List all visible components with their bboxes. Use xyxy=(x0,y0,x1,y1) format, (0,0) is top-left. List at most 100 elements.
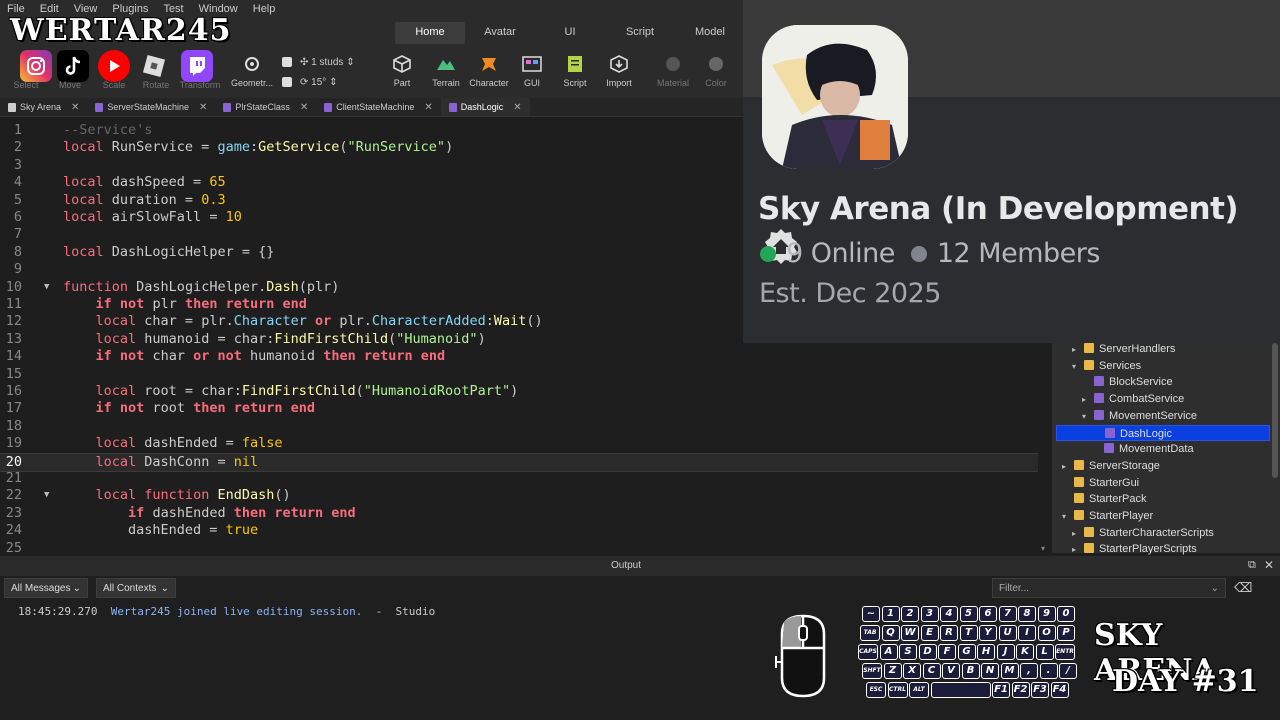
explorer-item-movementservice[interactable]: ▾ MovementService xyxy=(1082,408,1197,424)
code-line[interactable]: 18 xyxy=(0,418,1038,435)
code-line[interactable]: 23 if dashEnded then return end xyxy=(0,505,1038,522)
color-button[interactable]: Color xyxy=(694,55,738,88)
tab-avatar[interactable]: Avatar xyxy=(465,22,535,44)
script-tab[interactable]: ClientStateMachine ✕ xyxy=(316,98,440,116)
contexts-filter-dropdown[interactable]: All Contexts ⌄ xyxy=(96,578,176,598)
explorer-item-combatservice[interactable]: ▸ CombatService xyxy=(1082,391,1184,407)
transform-tool[interactable]: Transform xyxy=(178,80,222,90)
material-button[interactable]: Material xyxy=(651,55,695,88)
tab-script[interactable]: Script xyxy=(605,22,675,44)
close-tab-icon[interactable]: ✕ xyxy=(424,102,432,113)
instagram-icon xyxy=(20,50,52,82)
server-established: Est. Dec 2025 xyxy=(759,278,941,309)
output-filter-input[interactable]: Filter... ⌄ xyxy=(992,578,1226,598)
messages-filter-dropdown[interactable]: All Messages ⌄ xyxy=(4,578,88,598)
tab-home[interactable]: Home xyxy=(395,22,465,44)
terrain-button[interactable]: Terrain xyxy=(424,55,468,88)
rotate-increment[interactable]: ⟳ 15° ⇕ xyxy=(300,77,337,88)
character-button[interactable]: Character xyxy=(467,55,511,88)
explorer-item-startercharacterscripts[interactable]: ▸ StarterCharacterScripts xyxy=(1072,525,1214,541)
close-tab-icon[interactable]: ✕ xyxy=(300,102,308,113)
import-button[interactable]: Import xyxy=(597,55,641,88)
fold-toggle-icon[interactable]: ▼ xyxy=(44,490,49,500)
expand-arrow-icon[interactable]: ▸ xyxy=(1072,342,1084,358)
undock-icon[interactable]: ⧉ xyxy=(1248,559,1256,572)
line-number: 1 xyxy=(13,122,22,138)
keyboard-overlay: ~1 2 3 4 5 6 7 8 9 0 TAB Q W E R T Y U I O P CAPS A S D F G H J K L ENT… xyxy=(858,606,1080,702)
line-number: 13 xyxy=(5,330,22,347)
code-text: if not plr then return end xyxy=(95,296,307,312)
code-line[interactable]: 16 local root = char:FindFirstChild("Hum… xyxy=(0,383,1038,400)
script-tab[interactable]: DashLogic ✕ xyxy=(440,98,530,116)
code-line[interactable]: 14 if not char or not humanoid then retu… xyxy=(0,348,1038,365)
code-text: --Service's xyxy=(63,122,153,138)
explorer-item-serverstorage[interactable]: ▸ ServerStorage xyxy=(1062,458,1160,474)
explorer-item-starterplayer[interactable]: ▾ StarterPlayer xyxy=(1062,508,1153,524)
module-script-icon xyxy=(1094,409,1104,420)
line-number: 3 xyxy=(13,156,22,173)
script-tab[interactable]: PlrStateClass ✕ xyxy=(215,98,316,116)
close-tab-icon[interactable]: ✕ xyxy=(71,102,79,113)
explorer-item-movementdata[interactable]: MovementData xyxy=(1092,441,1194,457)
explorer-item-blockservice[interactable]: BlockService xyxy=(1082,374,1173,390)
snap-move-checkbox[interactable] xyxy=(282,57,292,67)
expand-arrow-icon[interactable]: ▾ xyxy=(1072,359,1084,375)
move-tool[interactable]: Move xyxy=(48,80,92,90)
explorer-item-label: MovementService xyxy=(1109,409,1198,422)
snap-rotate-checkbox[interactable] xyxy=(282,77,292,87)
clear-output-icon[interactable]: ⌫ xyxy=(1234,581,1252,596)
close-icon[interactable]: ✕ xyxy=(1264,558,1274,572)
explorer-item-label: StarterPlayerScripts xyxy=(1099,543,1197,556)
gui-button[interactable]: GUI xyxy=(510,55,554,88)
output-titlebar: Output ⧉ ✕ xyxy=(0,556,1280,576)
geometry-tool[interactable]: Geometr... xyxy=(230,55,274,88)
script-tab[interactable]: Sky Arena ✕ xyxy=(0,98,87,116)
expand-arrow-icon[interactable]: ▸ xyxy=(1062,459,1074,475)
code-line[interactable]: 17 if not root then return end xyxy=(0,400,1038,417)
keyboard-key: F4 xyxy=(1050,682,1069,698)
fold-toggle-icon[interactable]: ▼ xyxy=(44,282,49,292)
explorer-item-dashlogic[interactable]: DashLogic xyxy=(1056,424,1270,441)
code-line[interactable]: 19 local dashEnded = false xyxy=(0,435,1038,452)
explorer-item-label: Services xyxy=(1099,359,1142,372)
explorer-scrollbar[interactable] xyxy=(1272,343,1278,478)
output-title: Output xyxy=(610,560,642,571)
rotate-tool[interactable]: Rotate xyxy=(134,80,178,90)
code-line[interactable]: 21 xyxy=(0,470,1038,487)
explorer-item-services[interactable]: ▾ Services xyxy=(1072,358,1141,374)
part-button[interactable]: Part xyxy=(380,55,424,88)
explorer-panel: ▸ ServerHandlers ▾ Services BlockService ▸ Com… xyxy=(1052,341,1280,555)
script-button[interactable]: Script xyxy=(553,55,597,88)
close-tab-icon[interactable]: ✕ xyxy=(513,102,521,113)
script-tab[interactable]: ServerStateMachine ✕ xyxy=(87,98,215,116)
expand-arrow-icon[interactable]: ▾ xyxy=(1062,509,1074,525)
code-line[interactable]: 25 xyxy=(0,540,1038,552)
keyboard-key: K xyxy=(1016,644,1034,660)
code-line[interactable]: 24 dashEnded = true xyxy=(0,522,1038,539)
explorer-item-starterpack[interactable]: StarterPack xyxy=(1062,491,1146,507)
expand-arrow-icon[interactable]: ▾ xyxy=(1082,409,1094,425)
folder-icon xyxy=(1074,510,1084,520)
code-line[interactable]: 22 ▼ local function EndDash() xyxy=(0,487,1038,504)
menu-help[interactable]: Help xyxy=(246,3,284,15)
tab-ui[interactable]: UI xyxy=(535,22,605,44)
tab-model[interactable]: Model xyxy=(675,22,745,44)
script-tab-label: ClientStateMachine xyxy=(336,102,415,112)
select-tool[interactable]: Select xyxy=(4,80,48,90)
keyboard-key: E xyxy=(920,625,939,641)
explorer-item-label: StarterGui xyxy=(1089,476,1140,489)
move-increment[interactable]: ✣ 1 studs ⇕ xyxy=(300,57,355,68)
scale-tool[interactable]: Scale xyxy=(92,80,136,90)
explorer-item-serverhandlers[interactable]: ▸ ServerHandlers xyxy=(1072,341,1175,357)
code-line[interactable]: 15 xyxy=(0,366,1038,383)
keyboard-key: ESC xyxy=(866,682,886,698)
explorer-item-starterplayerscripts[interactable]: ▸ StarterPlayerScripts xyxy=(1072,541,1197,557)
expand-arrow-icon[interactable]: ▸ xyxy=(1082,392,1094,408)
expand-arrow-icon[interactable]: ▸ xyxy=(1072,526,1084,542)
close-tab-icon[interactable]: ✕ xyxy=(199,102,207,113)
script-icon xyxy=(324,102,333,112)
keyboard-key: L xyxy=(1035,644,1054,660)
members-status-dot xyxy=(910,245,927,262)
explorer-item-startergui[interactable]: StarterGui xyxy=(1062,475,1139,491)
material-icon xyxy=(663,55,683,73)
